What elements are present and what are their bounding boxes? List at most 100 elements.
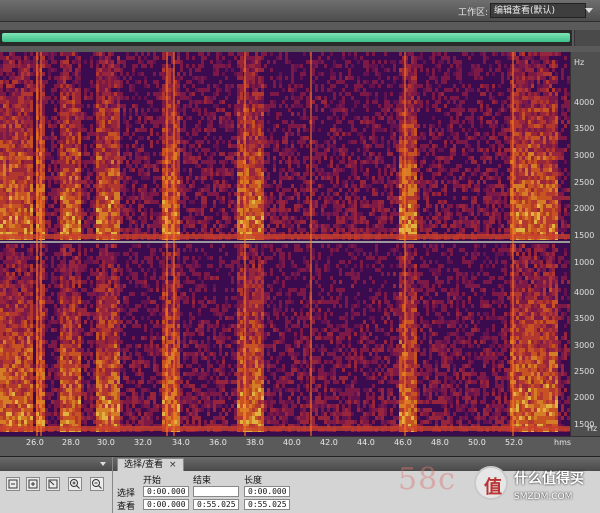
spectrogram-cell [477, 144, 480, 148]
spectrogram-cell [87, 216, 90, 220]
spectrogram-cell [483, 152, 486, 156]
spectrogram-cell [87, 96, 90, 100]
spectrogram-cell [225, 168, 228, 172]
spectrogram-cell [15, 220, 18, 224]
spectrogram-cell [369, 212, 372, 216]
spectrogram-cell [93, 168, 96, 172]
spectrogram-canvas[interactable] [0, 52, 570, 436]
spectrogram-cell [393, 100, 396, 104]
spectrogram-cell [3, 200, 6, 204]
spectrogram-cell [99, 224, 102, 228]
spectrogram-cell [252, 224, 255, 228]
spectrogram-cell [189, 208, 192, 212]
spectrogram-cell [258, 172, 261, 176]
spectrogram-cell [408, 52, 411, 56]
spectrogram-cell [477, 100, 480, 104]
spectrogram-cell [237, 220, 240, 224]
spectrogram-cell [261, 128, 264, 132]
spectrogram-cell [504, 108, 507, 112]
spectrogram-cell [411, 132, 414, 136]
spectrogram-cell [24, 228, 27, 232]
chevron-down-icon[interactable] [585, 8, 593, 13]
spectrogram-cell [240, 152, 243, 156]
spectrogram-cell [414, 120, 417, 124]
spectrogram-cell [75, 104, 78, 108]
overview-zoom-button[interactable] [574, 30, 600, 46]
spectrogram-cell [129, 216, 132, 220]
spectrogram-cell [15, 124, 18, 128]
spectrogram-cell [303, 136, 306, 140]
spectrogram-cell [399, 120, 402, 124]
spectrogram-cell [474, 228, 477, 232]
spectrogram-cell [27, 56, 30, 60]
spectrogram-cell [429, 164, 432, 168]
spectrogram-cell [9, 176, 12, 180]
spectrogram-cell [57, 208, 60, 212]
spectrogram-cell [390, 132, 393, 136]
spectrogram-cell [363, 172, 366, 176]
spectrogram-cell [387, 184, 390, 188]
spectrogram-cell [75, 124, 78, 128]
spectrogram-cell [261, 88, 264, 92]
spectrogram-cell [420, 136, 423, 140]
spectrogram-cell [210, 160, 213, 164]
spectrogram-cell [144, 160, 147, 164]
spectrogram-cell [447, 204, 450, 208]
spectrogram-cell [78, 180, 81, 184]
spectrogram-cell [270, 196, 273, 200]
spectrogram-cell [459, 224, 462, 228]
spectrogram-cell [450, 212, 453, 216]
spectrogram-cell [189, 148, 192, 152]
spectrogram-cell [447, 172, 450, 176]
spectrogram-cell [0, 164, 3, 168]
spectrogram-cell [72, 184, 75, 188]
workspace-select[interactable]: 编辑查看(默认) [490, 3, 586, 18]
spectrogram-cell [450, 108, 453, 112]
spectrogram-cell [420, 52, 423, 56]
spectrogram-cell [183, 104, 186, 108]
spectrogram-cell [30, 188, 33, 192]
spectrogram-cell [297, 96, 300, 100]
spectrogram-cell [333, 152, 336, 156]
spectrogram-cell [414, 216, 417, 220]
spectrogram-cell [297, 196, 300, 200]
spectrogram-cell [138, 160, 141, 164]
spectrogram-view[interactable] [0, 52, 570, 436]
spectrogram-cell [111, 184, 114, 188]
spectrogram-cell [108, 172, 111, 176]
spectrogram-cell [252, 80, 255, 84]
spectrogram-cell [27, 124, 30, 128]
spectrogram-cell [9, 184, 12, 188]
spectrogram-cell [453, 196, 456, 200]
spectrogram-cell [288, 132, 291, 136]
spectrogram-cell [471, 224, 474, 228]
overview-scrollbar[interactable] [0, 30, 572, 46]
spectrogram-cell [432, 104, 435, 108]
spectrogram-cell [222, 108, 225, 112]
spectrogram-cell [318, 128, 321, 132]
spectrogram-cell [24, 160, 27, 164]
spectrogram-cell [63, 188, 66, 192]
spectrogram-cell [279, 160, 282, 164]
spectrogram-cell [498, 144, 501, 148]
spectrogram-cell [414, 116, 417, 120]
spectrogram-cell [15, 216, 18, 220]
spectrogram-cell [357, 116, 360, 120]
spectrogram-cell [30, 120, 33, 124]
overview-range-bar[interactable] [2, 33, 570, 42]
spectrogram-cell [114, 176, 117, 180]
spectrogram-cell [300, 216, 303, 220]
spectrogram-cell [120, 72, 123, 76]
spectrogram-cell [15, 148, 18, 152]
spectrogram-cell [114, 108, 117, 112]
spectrogram-cell [504, 148, 507, 152]
spectrogram-cell [141, 176, 144, 180]
spectrogram-cell [381, 156, 384, 160]
spectrogram-cell [348, 68, 351, 72]
spectrogram-cell [114, 92, 117, 96]
spectrogram-cell [78, 68, 81, 72]
spectrogram-cell [420, 172, 423, 176]
spectrogram-cell [474, 216, 477, 220]
spectrogram-cell [201, 188, 204, 192]
spectrogram-cell [486, 120, 489, 124]
